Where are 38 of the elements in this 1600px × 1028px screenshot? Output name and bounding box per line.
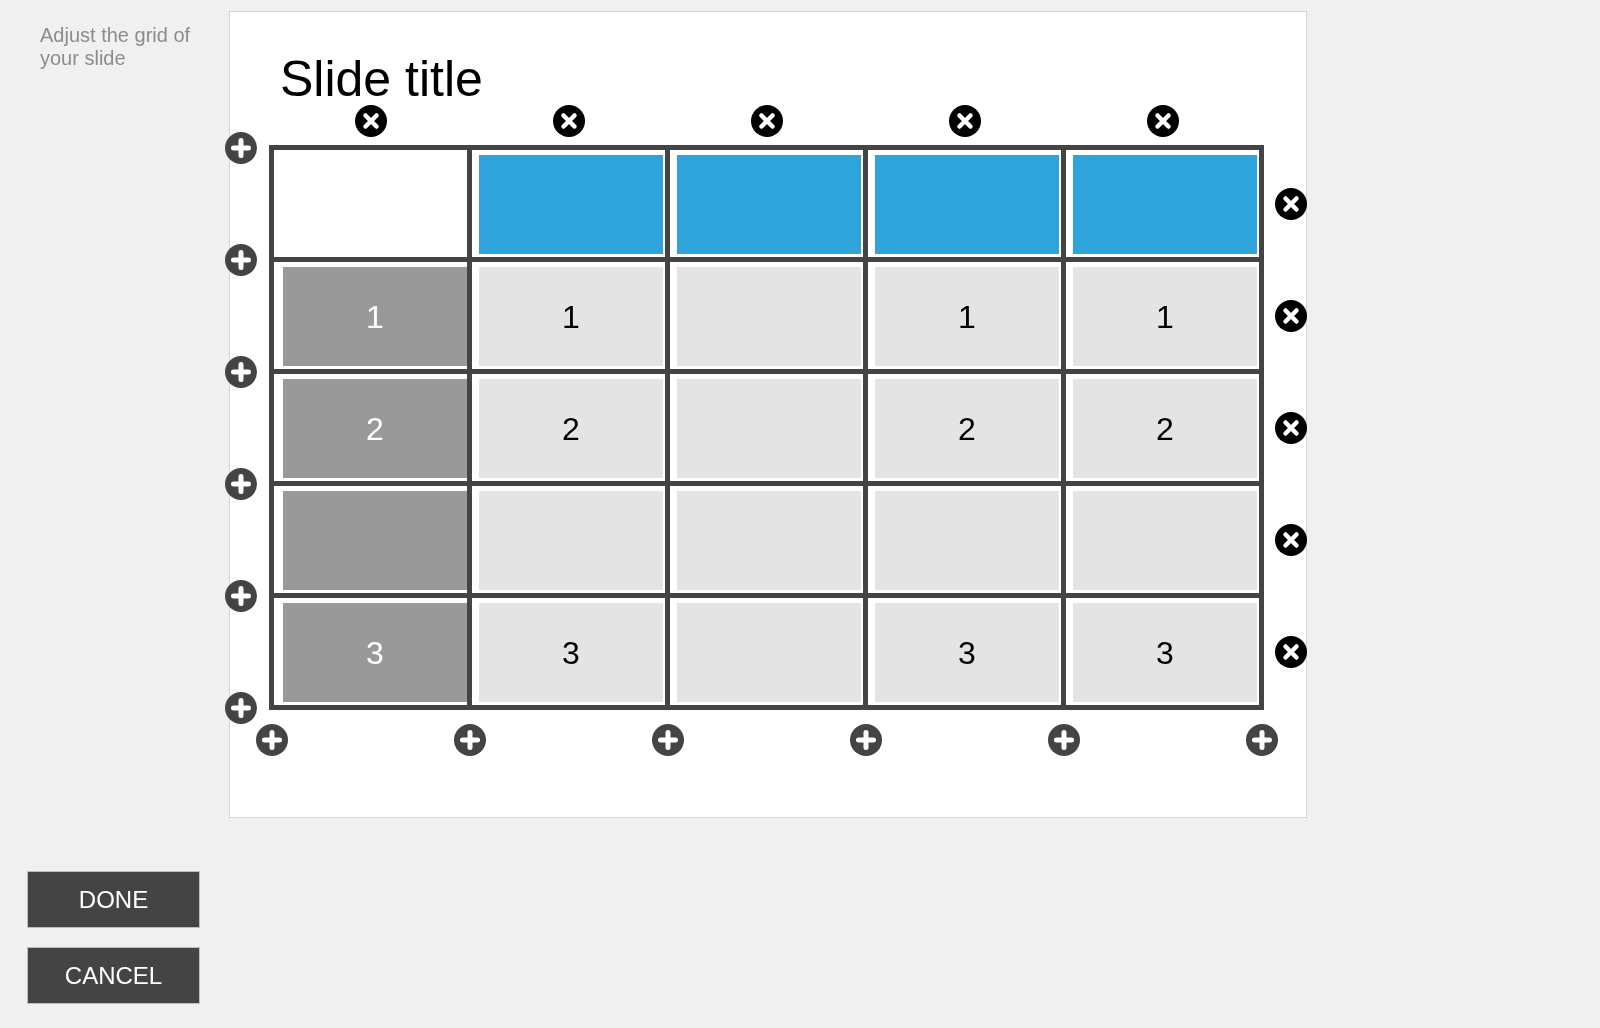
x-circle-icon[interactable] — [1146, 105, 1179, 137]
data-cell: 1 — [479, 267, 663, 366]
data-cell: 2 — [875, 379, 1059, 478]
plus-circle-icon[interactable] — [225, 131, 257, 164]
plus-circle-icon[interactable] — [651, 724, 684, 756]
plus-circle-icon[interactable] — [255, 724, 288, 756]
plus-circle-icon[interactable] — [225, 467, 257, 500]
plus-circle-icon[interactable] — [1047, 724, 1080, 756]
data-cell: 3 — [875, 603, 1059, 702]
instruction-text: Adjust the grid of your slide — [40, 24, 192, 70]
x-circle-icon[interactable] — [1275, 411, 1307, 444]
action-button[interactable]: DONE — [27, 871, 200, 928]
x-circle-icon[interactable] — [354, 105, 387, 137]
slide-title: Slide title — [280, 54, 483, 104]
row-label-cell: 3 — [283, 603, 467, 702]
x-circle-icon[interactable] — [750, 105, 783, 137]
plus-circle-icon[interactable] — [1245, 724, 1278, 756]
plus-circle-icon[interactable] — [225, 355, 257, 388]
plus-circle-icon[interactable] — [849, 724, 882, 756]
plus-circle-icon[interactable] — [225, 243, 257, 276]
data-cell: 3 — [479, 603, 663, 702]
x-circle-icon[interactable] — [1275, 635, 1307, 668]
row-label-cell: 1 — [283, 267, 467, 366]
x-circle-icon[interactable] — [948, 105, 981, 137]
plus-circle-icon[interactable] — [225, 691, 257, 724]
x-circle-icon[interactable] — [1275, 523, 1307, 556]
data-cell: 3 — [1073, 603, 1257, 702]
x-circle-icon[interactable] — [552, 105, 585, 137]
data-cell: 2 — [479, 379, 663, 478]
action-button[interactable]: CANCEL — [27, 947, 200, 1004]
plus-circle-icon[interactable] — [453, 724, 486, 756]
plus-circle-icon[interactable] — [225, 579, 257, 612]
data-cell: 2 — [1073, 379, 1257, 478]
row-label-cell: 2 — [283, 379, 467, 478]
x-circle-icon[interactable] — [1275, 187, 1307, 220]
data-cell: 1 — [1073, 267, 1257, 366]
data-cell: 1 — [875, 267, 1059, 366]
x-circle-icon[interactable] — [1275, 299, 1307, 332]
